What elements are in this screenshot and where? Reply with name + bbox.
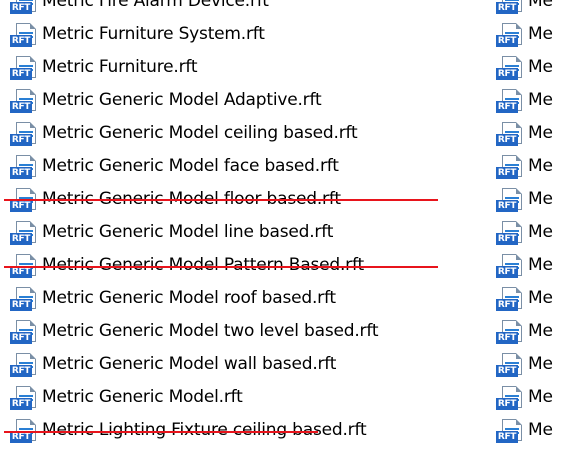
rft-file-icon: RFT: [10, 121, 39, 146]
rft-file-icon: RFT: [10, 88, 39, 113]
rft-file-icon: RFT: [496, 319, 525, 344]
rft-file-icon: RFT: [10, 352, 39, 377]
file-item[interactable]: RFT Metric Generic Model two level based…: [10, 315, 378, 348]
file-name: Me: [528, 90, 553, 110]
file-name: Metric Generic Model.rft: [42, 387, 243, 407]
file-item[interactable]: RFT Metric Generic Model.rft: [10, 381, 243, 414]
annotation-underline: [4, 199, 438, 201]
rft-file-icon: RFT: [496, 253, 525, 278]
rft-file-icon: RFT: [496, 385, 525, 410]
file-item[interactable]: RFT Me: [496, 282, 574, 315]
file-item[interactable]: RFT Metric Generic Model line based.rft: [10, 216, 333, 249]
file-name: Me: [528, 0, 553, 11]
file-name: Metric Generic Model ceiling based.rft: [42, 123, 358, 143]
annotation-underline: [4, 266, 438, 268]
file-item[interactable]: RFT Me: [496, 84, 574, 117]
file-name: Me: [528, 420, 553, 440]
file-name: Me: [528, 156, 553, 176]
rft-file-icon: RFT: [496, 418, 525, 443]
file-item[interactable]: RFT Metric Generic Model face based.rft: [10, 150, 339, 183]
rft-file-icon: RFT: [10, 385, 39, 410]
file-item[interactable]: RFT Me: [496, 18, 574, 51]
file-name: Me: [528, 354, 553, 374]
rft-file-icon: RFT: [496, 286, 525, 311]
file-name: Metric Furniture System.rft: [42, 24, 265, 44]
file-item[interactable]: RFT Metric Generic Model Adaptive.rft: [10, 84, 322, 117]
rft-file-icon: RFT: [496, 220, 525, 245]
rft-file-icon: RFT: [496, 121, 525, 146]
file-name: Metric Generic Model wall based.rft: [42, 354, 337, 374]
file-item[interactable]: RFT Metric Furniture.rft: [10, 51, 198, 84]
rft-file-icon: RFT: [10, 22, 39, 47]
file-name: Me: [528, 123, 553, 143]
file-name: Me: [528, 387, 553, 407]
rft-file-icon: RFT: [496, 154, 525, 179]
file-name: Me: [528, 288, 553, 308]
rft-file-icon: RFT: [10, 0, 39, 14]
file-item[interactable]: RFT Me: [496, 183, 574, 216]
rft-file-icon: RFT: [10, 55, 39, 80]
file-name: Me: [528, 321, 553, 341]
file-item[interactable]: RFT Me: [496, 117, 574, 150]
rft-file-icon: RFT: [10, 319, 39, 344]
file-name: Metric Generic Model Adaptive.rft: [42, 90, 322, 110]
rft-file-icon: RFT: [10, 286, 39, 311]
file-item[interactable]: RFT Metric Furniture System.rft: [10, 18, 265, 51]
file-name: Metric Furniture.rft: [42, 57, 198, 77]
file-item[interactable]: RFT Metric Generic Model roof based.rft: [10, 282, 336, 315]
rft-file-icon: RFT: [496, 352, 525, 377]
file-item[interactable]: RFT Me: [496, 315, 574, 348]
file-name: Metric Generic Model roof based.rft: [42, 288, 336, 308]
file-name: Me: [528, 57, 553, 77]
rft-file-icon: RFT: [10, 220, 39, 245]
file-item[interactable]: RFT Me: [496, 414, 574, 447]
file-item[interactable]: RFT Me: [496, 381, 574, 414]
file-item[interactable]: RFT Me: [496, 51, 574, 84]
file-item[interactable]: RFT Me: [496, 249, 574, 282]
file-item[interactable]: RFT Me: [496, 0, 574, 18]
file-item[interactable]: RFT Me: [496, 150, 574, 183]
rft-file-icon: RFT: [496, 88, 525, 113]
rft-file-icon: RFT: [496, 0, 525, 14]
file-name: Metric Generic Model face based.rft: [42, 156, 339, 176]
rft-file-icon: RFT: [10, 154, 39, 179]
file-item[interactable]: RFT Metric Generic Model ceiling based.r…: [10, 117, 358, 150]
file-name: Metric Generic Model line based.rft: [42, 222, 334, 242]
rft-file-icon: RFT: [496, 55, 525, 80]
file-item[interactable]: RFT Metric Fire Alarm Device.rft: [10, 0, 269, 18]
file-item[interactable]: RFT Me: [496, 348, 574, 381]
file-name: Me: [528, 255, 553, 275]
annotation-underline: [4, 431, 318, 433]
file-name: Metric Generic Model two level based.rft: [42, 321, 379, 341]
file-item[interactable]: RFT Me: [496, 216, 574, 249]
file-name: Me: [528, 24, 553, 44]
rft-file-icon: RFT: [496, 22, 525, 47]
file-name: Me: [528, 222, 553, 242]
file-item[interactable]: RFT Metric Generic Model wall based.rft: [10, 348, 336, 381]
rft-file-icon: RFT: [496, 187, 525, 212]
file-name: Metric Fire Alarm Device.rft: [42, 0, 269, 11]
file-name: Me: [528, 189, 553, 209]
